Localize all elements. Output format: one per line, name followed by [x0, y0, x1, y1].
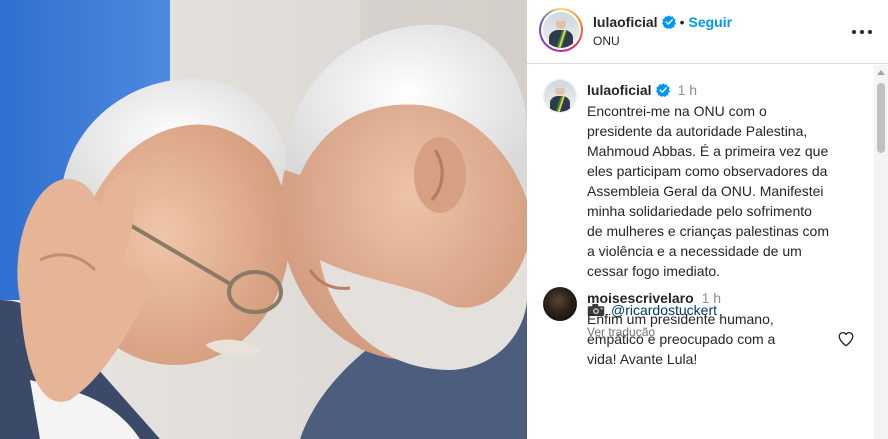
caption-avatar[interactable]: [543, 79, 577, 113]
more-options-icon[interactable]: [852, 22, 872, 42]
follow-button[interactable]: Seguir: [688, 14, 732, 30]
avatar: [544, 80, 576, 112]
scrollbar-thumb[interactable]: [877, 83, 885, 153]
heart-outline-icon[interactable]: [837, 330, 855, 348]
comment-username[interactable]: moisescrivelaro: [587, 290, 694, 306]
post-photo[interactable]: [0, 0, 527, 439]
header-separator: •: [679, 14, 685, 30]
caption-text: Encontrei-me na ONU com o presidente da …: [587, 103, 830, 279]
verified-badge-icon: [661, 15, 676, 29]
post-side-panel: lulaoficial • Seguir ONU lulaoficial 1 h…: [527, 0, 888, 439]
caption-timestamp[interactable]: 1 h: [678, 82, 697, 98]
avatar: [543, 12, 579, 48]
header-username[interactable]: lulaoficial: [593, 14, 658, 30]
location-link[interactable]: ONU: [593, 34, 620, 48]
story-ring-avatar[interactable]: [539, 8, 583, 52]
caption-username[interactable]: lulaoficial: [587, 82, 652, 98]
comment-text: Enfim um presidente humano, empático e p…: [587, 311, 776, 367]
verified-badge-icon: [655, 83, 670, 97]
header-user-row: lulaoficial • Seguir: [593, 14, 732, 30]
comment: moisescrivelaro 1 h Enfim um presidente …: [587, 289, 837, 369]
comments-section[interactable]: lulaoficial 1 h Encontrei-me na ONU com …: [527, 65, 874, 439]
post-header: lulaoficial • Seguir ONU: [527, 0, 888, 64]
comments-scrollbar[interactable]: [874, 65, 888, 439]
comment-avatar[interactable]: [543, 287, 577, 321]
scroll-up-arrow-icon[interactable]: [877, 70, 885, 75]
comment-timestamp[interactable]: 1 h: [702, 290, 721, 306]
post-photo-illustration: [0, 0, 527, 439]
